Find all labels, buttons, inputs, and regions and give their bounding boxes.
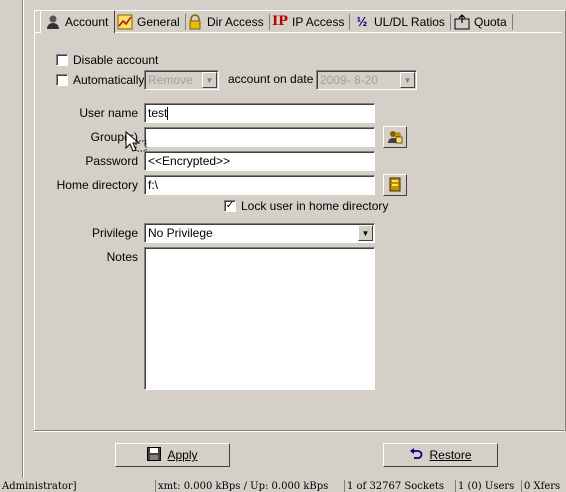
groups-field[interactable]	[144, 127, 375, 147]
ip-icon: IP	[272, 14, 288, 29]
lock-home-label: Lock user in home directory	[241, 199, 389, 213]
text-cursor	[167, 107, 169, 121]
status-xfers: 0 Xfers	[521, 480, 566, 492]
chevron-down-icon[interactable]: ▼	[358, 225, 373, 241]
date-value: 2009- 8-20	[320, 73, 379, 87]
user-icon	[45, 14, 61, 30]
auto-action-select[interactable]: Remove ▼	[144, 70, 219, 90]
home-dir-field[interactable]: f:\	[144, 175, 375, 195]
status-sockets: 1 of 32767 Sockets	[344, 480, 455, 492]
privilege-value: No Privilege	[148, 226, 213, 240]
username-field[interactable]: test	[144, 103, 375, 123]
quota-icon	[454, 14, 470, 30]
undo-icon	[409, 447, 423, 464]
tab-label: Dir Access	[207, 15, 264, 29]
ratio-icon: ½	[356, 14, 368, 29]
left-pane-highlight	[23, 0, 24, 478]
status-users: 1 (0) Users	[455, 480, 520, 492]
restore-label: Restore	[429, 448, 472, 462]
password-field[interactable]: <<Encrypted>>	[144, 151, 375, 171]
disable-account-label: Disable account	[73, 53, 159, 67]
chevron-down-icon[interactable]: ▼	[400, 72, 415, 88]
status-bandwidth: xmt: 0.000 kBps / Up: 0.000 kBps	[155, 480, 343, 492]
disable-account-checkbox[interactable]	[56, 54, 68, 66]
tab-label: General	[137, 15, 180, 29]
tab-account[interactable]: Account	[40, 10, 116, 33]
groups-icon	[387, 128, 403, 147]
tab-label: UL/DL Ratios	[374, 15, 445, 29]
notes-label: Notes	[106, 250, 138, 264]
password-value: <<Encrypted>>	[148, 154, 231, 168]
tab-dir-access[interactable]: Dir Access	[183, 12, 270, 32]
tab-ul-dl-ratios[interactable]: ½ UL/DL Ratios	[350, 12, 451, 32]
password-label: Password	[85, 154, 138, 168]
privilege-select[interactable]: No Privilege ▼	[144, 223, 375, 243]
tab-general[interactable]: General	[113, 12, 186, 32]
apply-button[interactable]: Apply	[115, 443, 230, 467]
status-user: Administrator]	[2, 481, 77, 492]
restore-button[interactable]: Restore	[383, 443, 498, 467]
tab-ip-access[interactable]: IP IP Access	[268, 12, 351, 32]
auto-action-value: Remove	[148, 73, 193, 87]
home-dir-value: f:\	[148, 178, 159, 192]
tab-label: Account	[65, 15, 109, 29]
left-pane-edge	[0, 0, 23, 478]
on-date-label: account on date	[228, 72, 314, 86]
footer-divider-highlight	[34, 431, 564, 432]
save-icon	[147, 446, 162, 464]
apply-label: Apply	[167, 448, 198, 462]
chart-icon	[117, 14, 133, 30]
notes-textarea[interactable]	[144, 247, 375, 390]
folder-icon	[387, 176, 403, 195]
username-label: User name	[79, 106, 138, 120]
tab-quota[interactable]: Quota	[450, 12, 513, 32]
tab-separator	[511, 14, 513, 30]
lock-icon	[187, 14, 203, 30]
privilege-label: Privilege	[91, 226, 138, 240]
tab-label: Quota	[474, 15, 507, 29]
checkmark-icon: ✓	[225, 200, 235, 211]
automatically-label: Automatically	[73, 73, 145, 87]
browse-groups-button[interactable]	[383, 126, 407, 148]
username-value: test	[148, 106, 168, 120]
lock-home-checkbox[interactable]: ✓	[224, 200, 236, 212]
chevron-down-icon[interactable]: ▼	[202, 72, 217, 88]
automatically-checkbox[interactable]	[56, 74, 68, 86]
date-select[interactable]: 2009- 8-20 ▼	[316, 70, 417, 90]
home-dir-label: Home directory	[56, 178, 138, 192]
browse-home-dir-button[interactable]	[383, 174, 407, 196]
tab-label: IP Access	[292, 15, 345, 29]
